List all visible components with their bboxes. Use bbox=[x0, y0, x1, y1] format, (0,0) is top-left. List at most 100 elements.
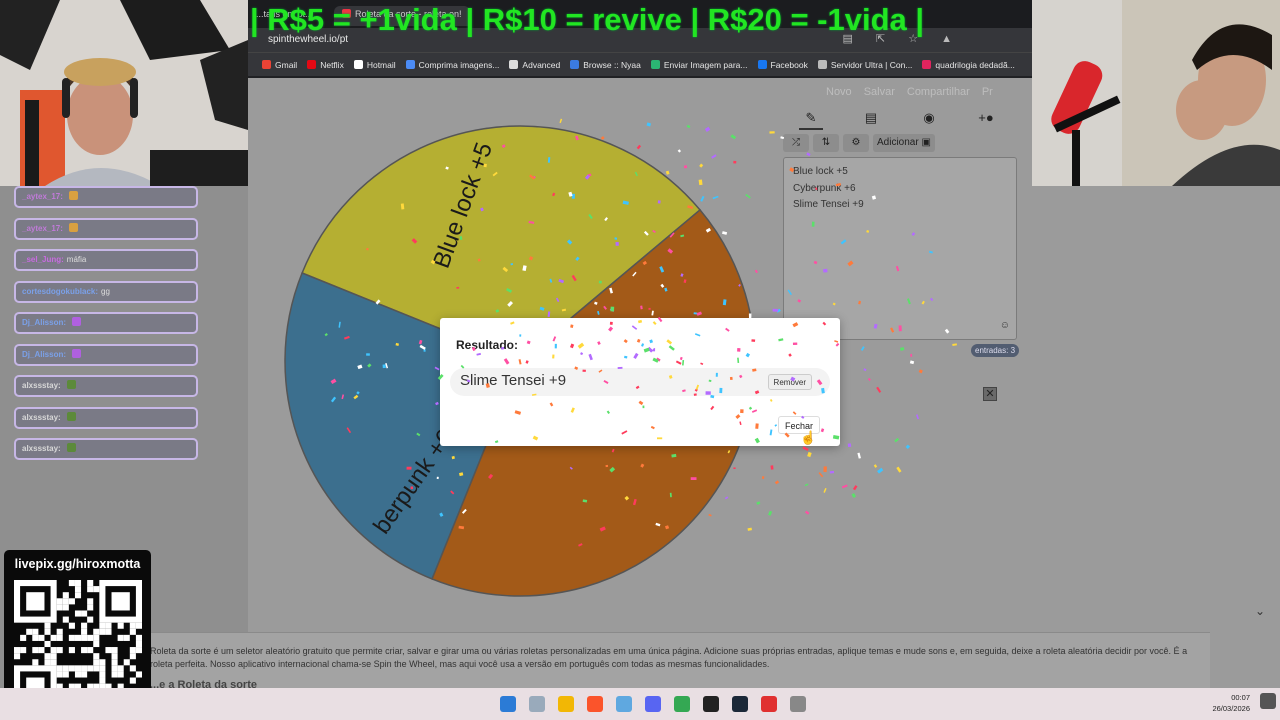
qr-module bbox=[74, 634, 82, 641]
taskbar-app-icon[interactable] bbox=[645, 696, 661, 712]
tray-avatar-icon[interactable] bbox=[1260, 693, 1276, 709]
qr-module bbox=[129, 677, 136, 684]
windows-start-icon[interactable] bbox=[500, 696, 516, 712]
bookmark-item[interactable]: Advanced bbox=[509, 60, 560, 70]
emoji-icon[interactable]: ☺ bbox=[1000, 320, 1010, 331]
hidden-tab-eye-icon[interactable]: ◉ bbox=[917, 110, 941, 130]
qr-module bbox=[50, 634, 57, 641]
qr-module bbox=[87, 665, 94, 672]
bookmark-favicon-icon bbox=[405, 60, 415, 69]
chat-username[interactable]: _sel_Jung: bbox=[22, 255, 64, 264]
bookmark-item[interactable]: Comprima imagens... bbox=[405, 59, 500, 70]
taskbar-app-icon[interactable] bbox=[587, 696, 603, 712]
entries-textarea[interactable]: Blue lock +5 Cyberpunk +6 Slime Tensei +9 ☺ bbox=[783, 157, 1017, 340]
share-link[interactable]: Compartilhar bbox=[907, 86, 970, 98]
sort-icon[interactable]: ⇅ bbox=[813, 134, 839, 152]
chat-username[interactable]: Dj_Alisson: bbox=[22, 350, 66, 359]
bookmark-favicon-icon bbox=[307, 60, 317, 69]
chat-message: alxssstay: bbox=[14, 438, 198, 460]
bookmark-label: Browse :: Nyaa bbox=[583, 59, 641, 70]
system-clock[interactable]: 00:07 26/03/2026 bbox=[1212, 692, 1250, 714]
bookmark-item[interactable]: Gmail bbox=[262, 60, 297, 70]
chat-username[interactable]: alxssstay: bbox=[22, 381, 61, 390]
shuffle-icon[interactable]: ⤮ bbox=[783, 134, 809, 152]
qr-module bbox=[135, 622, 142, 629]
qr-module bbox=[32, 634, 39, 641]
add-image-button[interactable]: Adicionar ▣ bbox=[873, 134, 935, 152]
qr-module bbox=[93, 659, 100, 666]
edit-tab-pencil-icon[interactable]: ✎ bbox=[799, 110, 823, 130]
bookmark-favicon-icon bbox=[922, 60, 932, 69]
qr-module bbox=[117, 622, 124, 629]
qr-module bbox=[68, 647, 75, 654]
bookmark-item[interactable]: quadrilogia dedadã... bbox=[922, 60, 1015, 70]
qr-module bbox=[38, 647, 45, 654]
taskbar-app-icon[interactable] bbox=[761, 696, 777, 712]
qr-module bbox=[93, 665, 100, 672]
stream-chat: _aytex_17: _aytex_17: _sel_Jung: máfiacorte… bbox=[14, 186, 198, 470]
theme-tab-palette-icon[interactable]: +● bbox=[971, 110, 1001, 130]
taskbar-app-icon[interactable] bbox=[674, 696, 690, 712]
settings-gear-icon[interactable]: ⚙ bbox=[843, 134, 869, 152]
site-description: Roleta da sorte é um seletor aleatório g… bbox=[150, 632, 1210, 691]
chat-message: _sel_Jung: máfia bbox=[14, 249, 198, 271]
chat-username[interactable]: cortesdogokublack: bbox=[22, 287, 98, 296]
qr-module bbox=[87, 604, 94, 611]
remove-button[interactable]: Remover bbox=[767, 374, 812, 390]
taskbar-app-icon[interactable] bbox=[558, 696, 574, 712]
bookmark-item[interactable]: Facebook bbox=[757, 60, 808, 70]
qr-module bbox=[87, 580, 94, 587]
qr-module bbox=[74, 665, 82, 672]
save-link[interactable]: Salvar bbox=[864, 86, 895, 98]
taskbar-app-icon[interactable] bbox=[529, 696, 545, 712]
qr-module bbox=[26, 628, 33, 635]
qr-module bbox=[129, 622, 136, 629]
bookmark-label: Comprima imagens... bbox=[418, 59, 500, 70]
taskbar-app-icon[interactable] bbox=[732, 696, 748, 712]
chat-username[interactable]: _aytex_17: bbox=[22, 192, 63, 201]
qr-module bbox=[44, 622, 51, 629]
qr-module bbox=[56, 634, 63, 641]
qr-module bbox=[111, 665, 118, 672]
chevron-down-icon[interactable]: ⌄ bbox=[1255, 604, 1265, 618]
chat-emote-icon bbox=[66, 443, 76, 452]
bookmark-item[interactable]: Enviar Imagem para... bbox=[650, 60, 748, 70]
qr-module bbox=[56, 647, 63, 654]
chat-username[interactable]: alxssstay: bbox=[22, 413, 61, 422]
bookmark-item[interactable]: Hotmail bbox=[353, 60, 396, 70]
more-link[interactable]: Pr bbox=[982, 86, 993, 98]
taskbar-app-icon[interactable] bbox=[616, 696, 632, 712]
qr-module bbox=[62, 616, 69, 623]
qr-module bbox=[105, 628, 112, 635]
chat-message: alxssstay: bbox=[14, 375, 198, 397]
qr-module bbox=[93, 640, 100, 648]
bookmark-label: Advanced bbox=[522, 59, 561, 70]
bookmark-item[interactable]: Servidor Ultra | Con... bbox=[817, 60, 912, 70]
new-link[interactable]: Novo bbox=[826, 86, 852, 98]
qr-module bbox=[74, 592, 82, 599]
qr-module bbox=[14, 653, 21, 660]
qr-module bbox=[68, 598, 75, 605]
qr-module bbox=[99, 671, 106, 678]
windows-taskbar: 00:07 26/03/2026 bbox=[0, 688, 1280, 720]
bookmark-label: Netflix bbox=[320, 59, 344, 70]
qr-module bbox=[99, 659, 106, 666]
qr-module bbox=[56, 671, 63, 678]
entry-line: Blue lock +5 bbox=[793, 166, 848, 177]
qr-module bbox=[50, 653, 57, 660]
results-tab-clipboard-icon[interactable]: ▤ bbox=[859, 110, 883, 130]
close-x-button[interactable]: ✕ bbox=[983, 387, 997, 401]
chat-username[interactable]: _aytex_17: bbox=[22, 224, 63, 233]
bookmark-item[interactable]: Netflix bbox=[307, 60, 344, 70]
chat-username[interactable]: alxssstay: bbox=[22, 444, 61, 453]
chat-message: _aytex_17: bbox=[14, 217, 198, 240]
qr-module bbox=[81, 610, 88, 617]
taskbar-app-icon[interactable] bbox=[790, 696, 806, 712]
chat-message: _aytex_17: bbox=[14, 186, 198, 208]
bookmark-item[interactable]: Browse :: Nyaa bbox=[570, 60, 641, 70]
chat-message: alxssstay: bbox=[14, 406, 198, 429]
chat-username[interactable]: Dj_Alisson: bbox=[22, 318, 66, 327]
taskbar-app-icon[interactable] bbox=[703, 696, 719, 712]
qr-module bbox=[44, 653, 51, 660]
bookmark-favicon-icon bbox=[650, 60, 660, 69]
